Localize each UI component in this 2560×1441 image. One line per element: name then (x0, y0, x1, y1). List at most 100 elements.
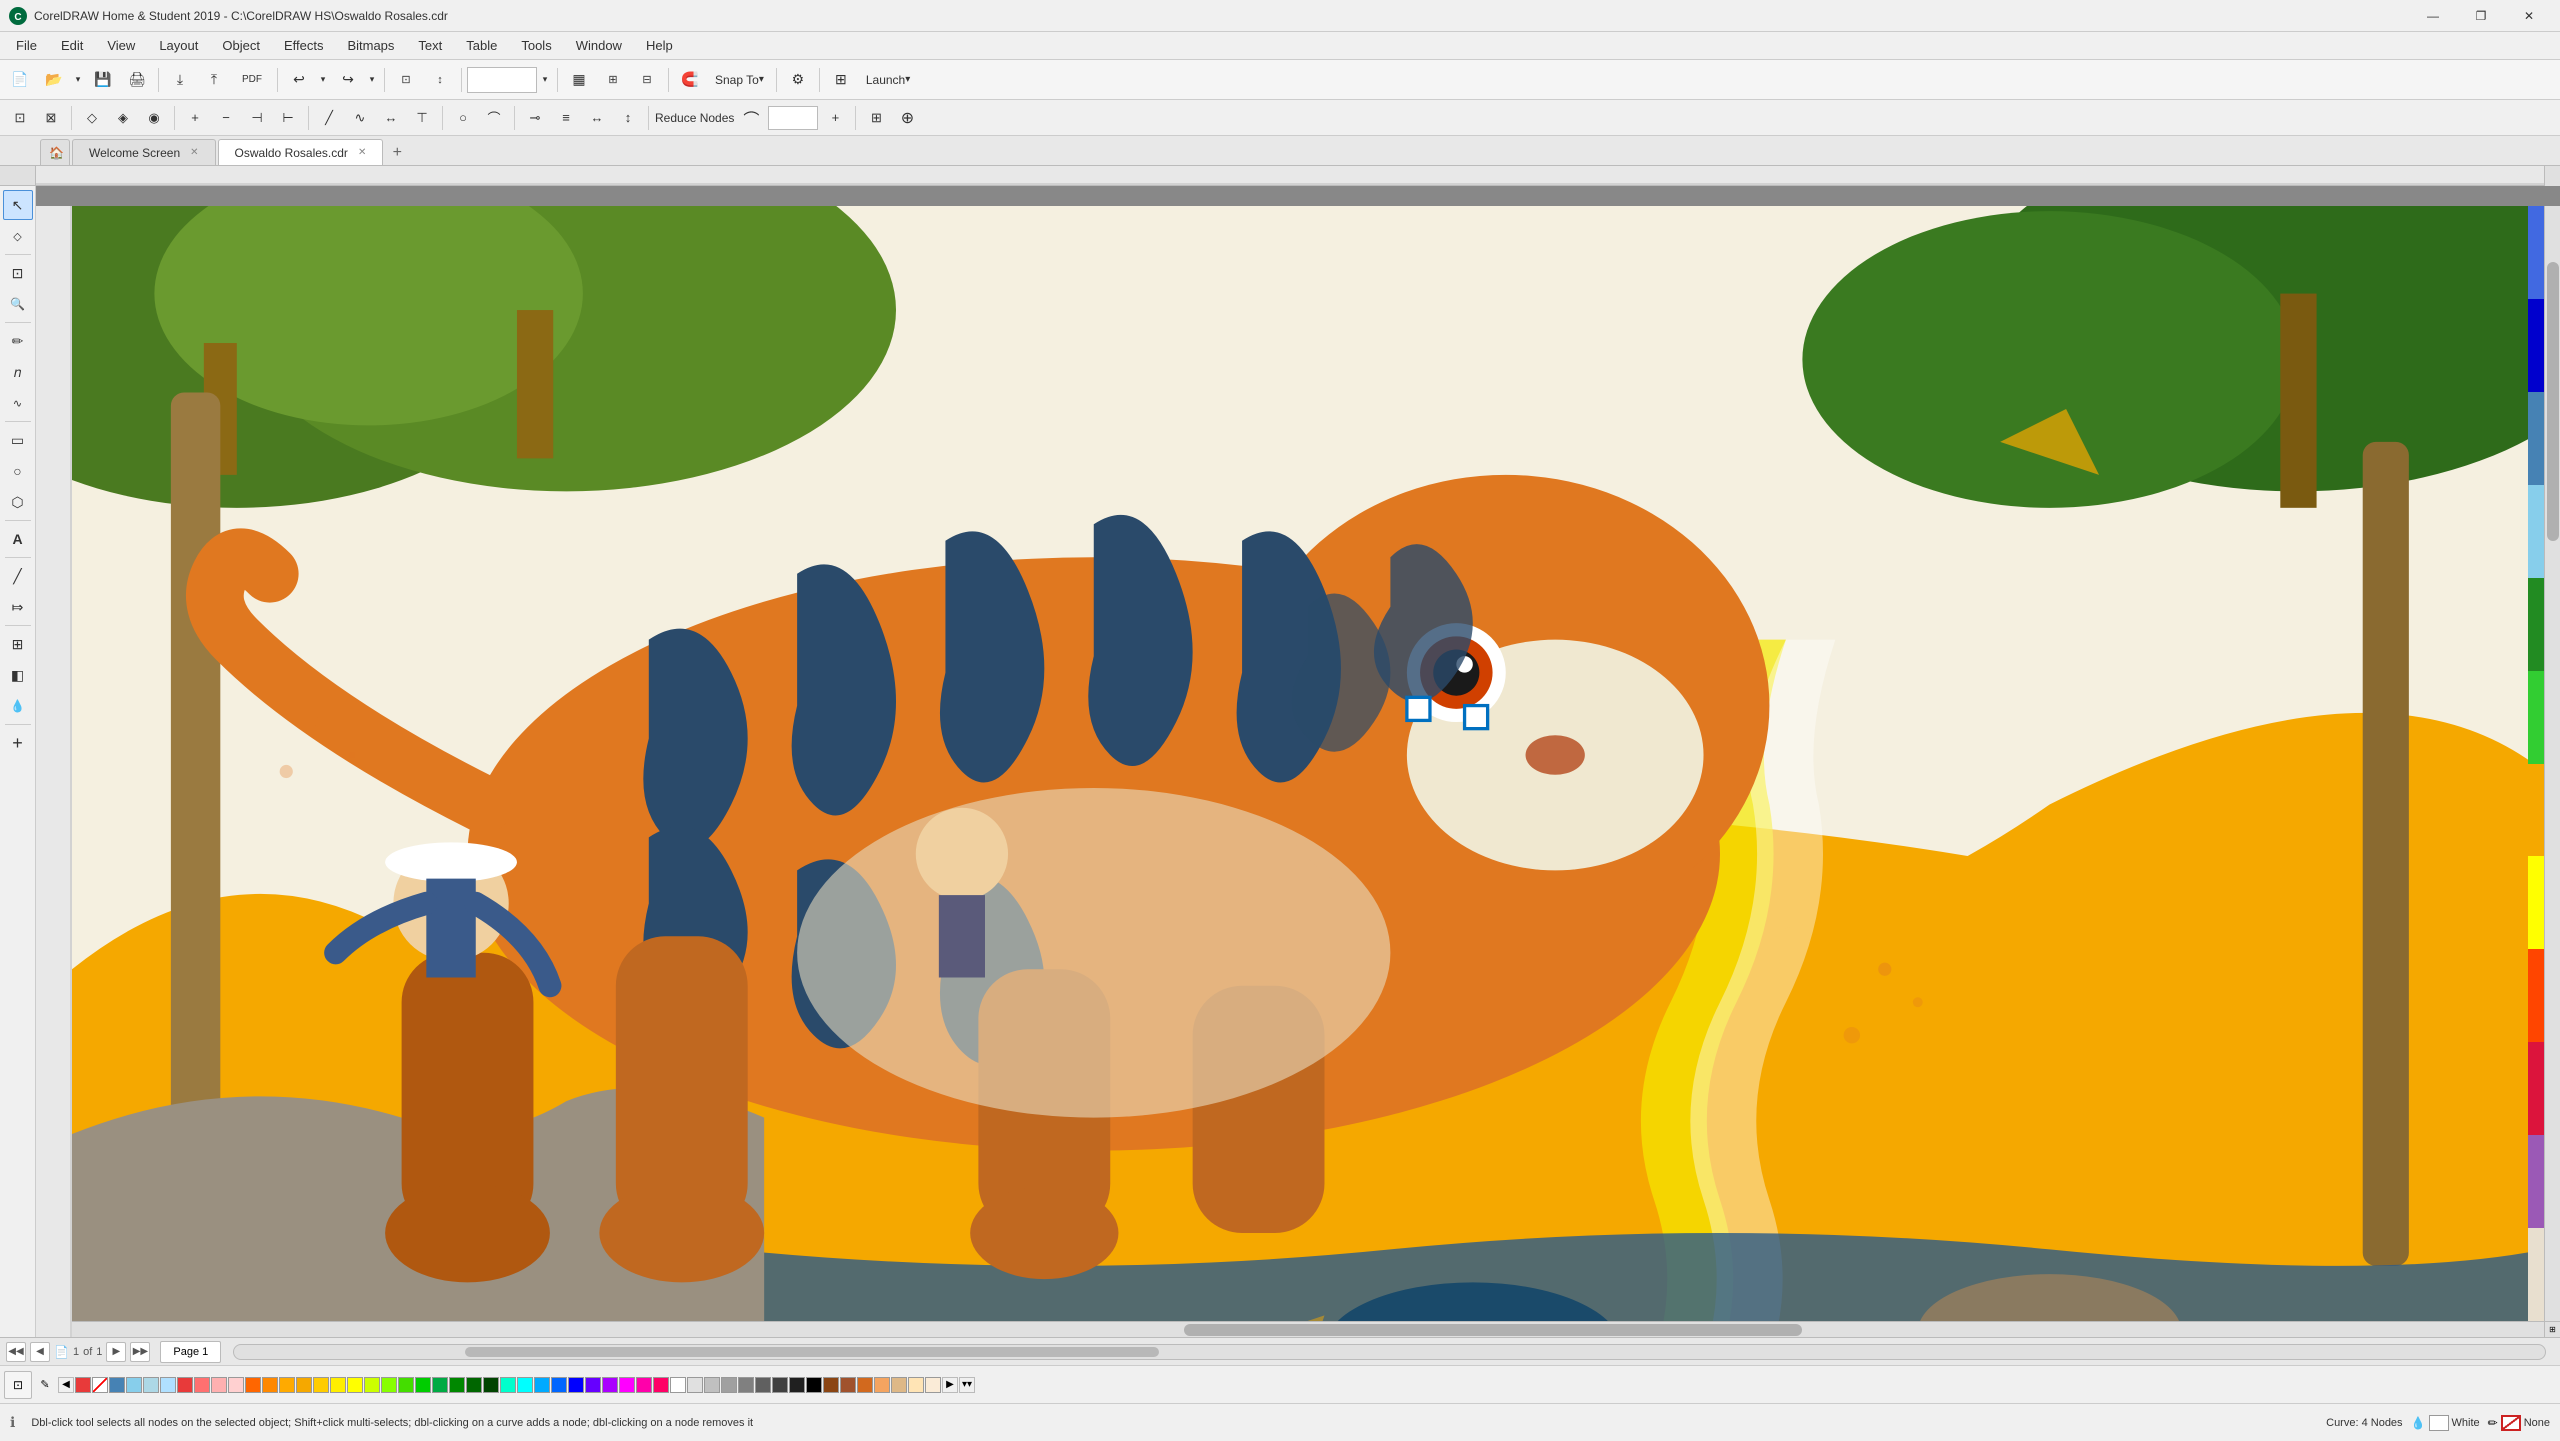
color-strip-cream[interactable] (2528, 1228, 2544, 1321)
swatch-37[interactable] (738, 1377, 754, 1393)
save-button[interactable]: 💾 (87, 65, 119, 95)
h-scroll-thumb[interactable] (1184, 1324, 1802, 1336)
welcome-tab-close[interactable]: ✕ (190, 147, 198, 158)
swatch-8[interactable] (245, 1377, 261, 1393)
swatch-23[interactable] (500, 1377, 516, 1393)
swatch-0[interactable] (109, 1377, 125, 1393)
swatch-47[interactable] (908, 1377, 924, 1393)
close-curve[interactable]: ○ (449, 104, 477, 132)
node-grid[interactable]: ⊞ (862, 104, 890, 132)
menu-view[interactable]: View (95, 32, 147, 60)
reflect-y[interactable]: ↕ (614, 104, 642, 132)
export-button[interactable]: ⤒ (198, 65, 230, 95)
delete-node[interactable]: − (212, 104, 240, 132)
swatch-10[interactable] (279, 1377, 295, 1393)
rectangle-tool[interactable]: ▭ (3, 425, 33, 455)
artistic-media-tool[interactable]: ∿ (3, 388, 33, 418)
freehand-tool[interactable]: ✏ (3, 326, 33, 356)
curve-segment[interactable]: ∿ (346, 104, 374, 132)
launch-button[interactable]: Launch (859, 65, 917, 95)
color-strip-purple[interactable] (2528, 1135, 2544, 1228)
deselect-nodes[interactable]: ⊠ (37, 104, 65, 132)
cusp-node[interactable]: ◇ (78, 104, 106, 132)
swatch-20[interactable] (449, 1377, 465, 1393)
menu-layout[interactable]: Layout (147, 32, 210, 60)
freehand-paint-button[interactable]: ✎ (33, 1373, 57, 1397)
swatch-33[interactable] (670, 1377, 686, 1393)
swatch-42[interactable] (823, 1377, 839, 1393)
swatch-9[interactable] (262, 1377, 278, 1393)
menu-text[interactable]: Text (406, 32, 454, 60)
menu-table[interactable]: Table (454, 32, 509, 60)
restore-button[interactable]: ❐ (2458, 0, 2504, 32)
swatch-11[interactable] (296, 1377, 312, 1393)
color-strip-darkblue[interactable] (2528, 299, 2544, 392)
line-segment[interactable]: ╱ (315, 104, 343, 132)
swatch-41[interactable] (806, 1377, 822, 1393)
elastic-mode[interactable]: ⊸ (521, 104, 549, 132)
crop-tool[interactable]: ⊡ (3, 258, 33, 288)
fit-page-button[interactable]: ⊡ (390, 65, 422, 95)
line-tool[interactable]: ╱ (3, 561, 33, 591)
symmetrical-node[interactable]: ◉ (140, 104, 168, 132)
select-tool[interactable]: ↖ (3, 190, 33, 220)
join-nodes[interactable]: ⊢ (274, 104, 302, 132)
swatch-24[interactable] (517, 1377, 533, 1393)
swatch-4[interactable] (177, 1377, 193, 1393)
swatch-18[interactable] (415, 1377, 431, 1393)
swatch-12[interactable] (313, 1377, 329, 1393)
menu-window[interactable]: Window (564, 32, 634, 60)
close-button[interactable]: ✕ (2506, 0, 2552, 32)
next-palette-btn[interactable]: ▶ (942, 1377, 958, 1393)
prev-palette-btn[interactable]: ◀ (58, 1377, 74, 1393)
redo-dropdown[interactable]: ▾ (365, 65, 379, 95)
vertical-scrollbar[interactable] (2544, 206, 2560, 1321)
options-button[interactable]: ⚙ (782, 65, 814, 95)
publish-pdf-button[interactable]: PDF (232, 65, 272, 95)
next-page-button[interactable]: ▶ (106, 1342, 126, 1362)
print-button[interactable]: 🖨 (121, 65, 153, 95)
extract-subpath[interactable]: ⊤ (408, 104, 436, 132)
swatch-2[interactable] (143, 1377, 159, 1393)
swatch-45[interactable] (874, 1377, 890, 1393)
swatch-19[interactable] (432, 1377, 448, 1393)
open-dropdown[interactable]: ▾ (71, 65, 85, 95)
color-strip-orangered[interactable] (2528, 949, 2544, 1042)
grid-button[interactable]: ⊞ (597, 65, 629, 95)
swatch-31[interactable] (636, 1377, 652, 1393)
swatch-27[interactable] (568, 1377, 584, 1393)
view-mode-button[interactable]: ▦ (563, 65, 595, 95)
menu-edit[interactable]: Edit (49, 32, 95, 60)
blend-tool[interactable]: ⊞ (3, 629, 33, 659)
doc-scroll-thumb[interactable] (465, 1347, 1158, 1357)
zoom-corner[interactable]: ⊞ (2544, 1321, 2560, 1337)
open-button[interactable]: 📂 (38, 65, 70, 95)
swatch-17[interactable] (398, 1377, 414, 1393)
color-strip-blue[interactable] (2528, 206, 2544, 299)
welcome-screen-tab[interactable]: Welcome Screen ✕ (72, 139, 216, 165)
break-curve[interactable]: ⊣ (243, 104, 271, 132)
color-strip-yellow[interactable] (2528, 856, 2544, 949)
snap-to-button[interactable]: Snap To (708, 65, 771, 95)
swatch-28[interactable] (585, 1377, 601, 1393)
import-button[interactable]: ⤓ (164, 65, 196, 95)
home-tab[interactable]: 🏠 (40, 139, 70, 165)
swatch-25[interactable] (534, 1377, 550, 1393)
swatch-7[interactable] (228, 1377, 244, 1393)
transparency-tool[interactable]: ◧ (3, 660, 33, 690)
undo-dropdown[interactable]: ▾ (316, 65, 330, 95)
open-curve[interactable]: ⌒ (480, 104, 508, 132)
page-1-tab[interactable]: Page 1 (160, 1341, 221, 1363)
file-tab-close[interactable]: ✕ (358, 147, 366, 158)
minimize-button[interactable]: — (2410, 0, 2456, 32)
swatch-44[interactable] (857, 1377, 873, 1393)
add-tab-button[interactable]: + (385, 141, 409, 165)
swatch-40[interactable] (789, 1377, 805, 1393)
swatch-38[interactable] (755, 1377, 771, 1393)
prev-page-button[interactable]: ◀ (30, 1342, 50, 1362)
polygon-tool[interactable]: ⬡ (3, 487, 33, 517)
swatch-26[interactable] (551, 1377, 567, 1393)
node-tool[interactable]: ◇ (3, 221, 33, 251)
fit-width-button[interactable]: ↕ (424, 65, 456, 95)
new-button[interactable]: 📄 (4, 65, 36, 95)
